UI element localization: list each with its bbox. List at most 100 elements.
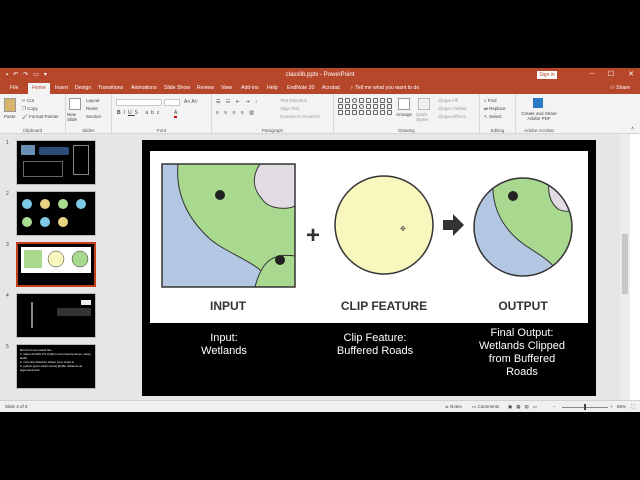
grow-font-icon[interactable]: A˄ A˅: [184, 99, 198, 105]
drawing-group: Arrange Quick Styles Shape Fill Shape Ou…: [334, 94, 480, 134]
notes-label: Notes: [450, 404, 462, 409]
find-button[interactable]: ⌕ Find: [484, 98, 497, 103]
sign-in-button[interactable]: Sign in: [537, 71, 557, 79]
current-slide[interactable]: INPUT + CLIP FEATURE OUTPUT ✥ Input: Wet…: [142, 140, 596, 396]
caption-output-line: Roads: [506, 366, 538, 378]
caption-output-line: Wetlands Clipped: [478, 340, 565, 352]
zoom-slider-thumb[interactable]: [584, 404, 586, 410]
plus-icon: +: [306, 222, 320, 249]
scrollbar-thumb[interactable]: [622, 234, 628, 294]
text-direction-button[interactable]: Text Direction: [280, 98, 307, 103]
layout-button[interactable]: Layout: [86, 98, 100, 103]
comments-button[interactable]: ▭ Comments: [472, 404, 499, 410]
shape-fill-button[interactable]: Shape Fill: [438, 98, 458, 103]
quick-styles-button[interactable]: Quick Styles: [416, 112, 432, 122]
align-text-button[interactable]: Align Text: [280, 106, 299, 111]
font-family-select[interactable]: [116, 99, 162, 106]
share-button[interactable]: ⚇ Share: [610, 85, 630, 91]
adobe-pdf-icon[interactable]: [533, 98, 543, 108]
format-painter-button[interactable]: 🖌 Format Painter: [22, 114, 59, 120]
acrobat-group: Create and Share Adobe PDF Adobe Acrobat: [516, 94, 562, 134]
copy-label: Copy: [27, 106, 38, 111]
paste-icon[interactable]: [4, 98, 16, 112]
tell-me-search[interactable]: ♀ Tell me what you want to do: [350, 85, 419, 91]
slide-thumbnail-1[interactable]: [16, 140, 96, 185]
slides-group: New Slide Layout Reset Section Slides: [66, 94, 112, 134]
thumb-graphic: [23, 161, 63, 177]
editing-label: Editing: [490, 128, 505, 133]
caption-clip-line: Buffered Roads: [336, 345, 414, 357]
slide-thumbnail-5[interactable]: Run from command line 1. Open ArcGIS Pro…: [16, 344, 96, 389]
paste-button[interactable]: Paste: [4, 114, 16, 119]
create-pdf-button[interactable]: Create and Share Adobe PDF: [518, 111, 560, 121]
vertical-scrollbar[interactable]: [620, 134, 630, 400]
title-bar: ▪ ↶ ↷ ▭ ▾ classlib.pptx - PowerPoint Sig…: [0, 68, 640, 82]
copy-button[interactable]: ❐ Copy: [22, 106, 38, 112]
cut-button[interactable]: ✂ Cut: [22, 98, 34, 104]
shapes-gallery[interactable]: [338, 98, 393, 115]
find-label: Find: [487, 98, 497, 103]
view-buttons[interactable]: ▣▦▤▭: [508, 404, 541, 410]
comments-label: Comments: [477, 404, 500, 409]
zoom-level[interactable]: 86%: [617, 404, 626, 409]
tab-design[interactable]: Design: [75, 85, 91, 91]
smartart-button[interactable]: Convert to SmartArt: [280, 114, 320, 119]
tab-add-ins[interactable]: Add-ins: [241, 85, 259, 91]
minimize-button[interactable]: –: [590, 70, 594, 78]
slide-thumbnail-3[interactable]: [16, 242, 96, 287]
thumb-number-2: 2: [6, 191, 9, 197]
quick-styles-icon[interactable]: [418, 98, 430, 110]
caption-clip-line: Clip Feature:: [343, 332, 407, 344]
thumb-number-3: 3: [6, 242, 9, 248]
list-buttons[interactable]: ☰ ☷ ⇤ ⇥ ↕: [216, 99, 259, 105]
tab-home[interactable]: Home: [28, 83, 50, 94]
zoom-in-button[interactable]: +: [610, 404, 613, 409]
maximize-button[interactable]: ☐: [608, 70, 614, 78]
shape-outline-button[interactable]: Shape Outline: [438, 106, 467, 111]
replace-label: Replace: [489, 106, 506, 111]
shape-effects-button[interactable]: Shape Effects: [438, 114, 466, 119]
section-button[interactable]: Section: [86, 114, 101, 119]
arrange-icon[interactable]: [398, 98, 410, 110]
notes-button[interactable]: ≐ Notes: [445, 404, 462, 410]
font-format-buttons[interactable]: BIUS abc: [117, 110, 162, 116]
align-buttons[interactable]: ≡ ≡ ≡ ≡ ▥: [216, 110, 256, 116]
slide-thumbnail-4[interactable]: [16, 293, 96, 338]
fit-slide-icon[interactable]: ⛶: [631, 404, 634, 409]
thumb-graphic: [31, 302, 33, 328]
tab-insert[interactable]: Insert: [55, 85, 68, 91]
clip-diagram-image: INPUT + CLIP FEATURE OUTPUT ✥: [150, 151, 588, 323]
tab-slide-show[interactable]: Slide Show: [164, 85, 190, 91]
collapse-ribbon-icon[interactable]: ˄: [631, 126, 634, 132]
tab-view[interactable]: View: [221, 85, 232, 91]
arrange-button[interactable]: Arrange: [396, 112, 412, 117]
tab-help[interactable]: Help: [267, 85, 278, 91]
caption-input-line: Wetlands: [201, 345, 247, 357]
font-label: Font: [156, 128, 166, 133]
slide-thumbnail-2[interactable]: [16, 191, 96, 236]
thumb-text-line: argument] and: [20, 368, 40, 372]
tab-file[interactable]: File: [10, 85, 18, 91]
tab-endnote[interactable]: EndNote 20: [287, 85, 314, 91]
paragraph-group: ☰ ☷ ⇤ ⇥ ↕ ≡ ≡ ≡ ≡ ▥ Text Direction Align…: [212, 94, 334, 134]
reset-button[interactable]: Reset: [86, 106, 98, 111]
share-label: Share: [616, 85, 630, 91]
font-size-select[interactable]: [164, 99, 180, 106]
tab-animations[interactable]: Animations: [131, 85, 157, 91]
new-slide-icon[interactable]: [69, 98, 81, 110]
new-slide-button[interactable]: New Slide: [67, 112, 83, 122]
thumb-diagram: [22, 199, 86, 227]
select-button[interactable]: ↖ Select: [484, 114, 502, 120]
zoom-out-button[interactable]: –: [553, 404, 556, 409]
font-color-icon[interactable]: A: [174, 110, 178, 118]
tab-transitions[interactable]: Transitions: [98, 85, 123, 91]
close-button[interactable]: ✕: [628, 70, 634, 78]
arrow-right-icon: [443, 214, 464, 236]
replace-button[interactable]: ⇄ Replace: [484, 106, 506, 112]
thumb-number-4: 4: [6, 293, 9, 299]
caption-output-line: from Buffered: [488, 353, 556, 365]
ribbon-tabs: File Home Insert Design Transitions Anim…: [0, 82, 640, 94]
tab-review[interactable]: Review: [197, 85, 214, 91]
tab-acrobat[interactable]: Acrobat: [322, 85, 340, 91]
clip-feature-label: CLIP FEATURE: [341, 299, 427, 313]
